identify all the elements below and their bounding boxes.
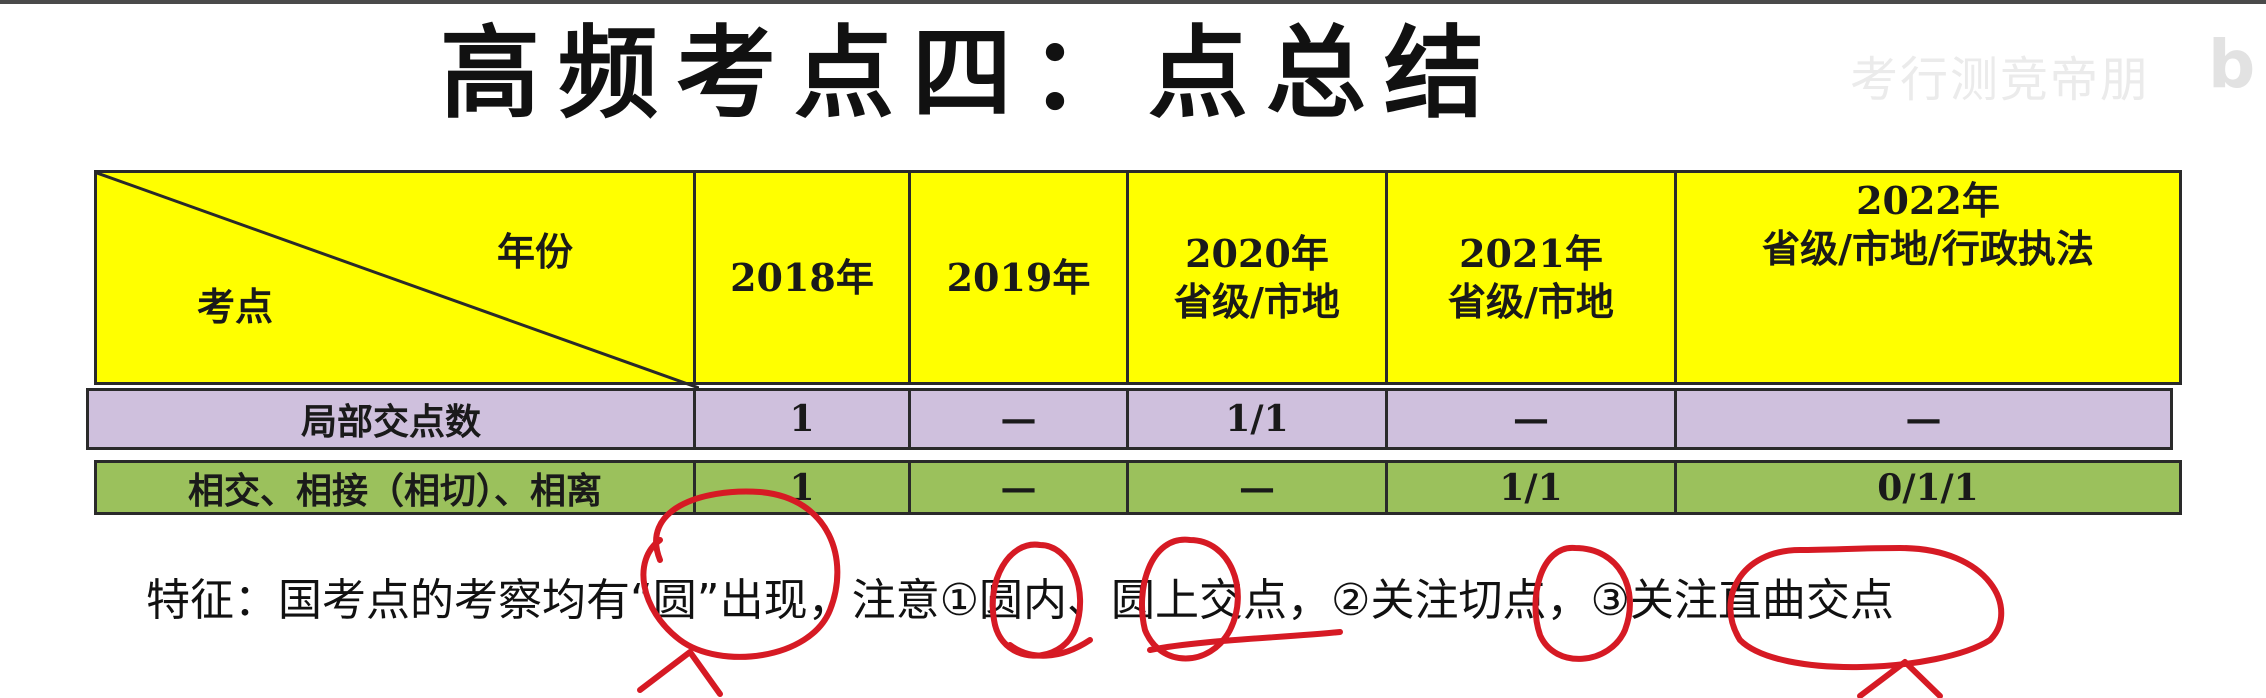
watermark-logo: b <box>2208 26 2256 103</box>
row1-cell-2022: — <box>1674 388 2173 450</box>
header-col-2020-line2: 省级/市地 <box>1174 278 1340 324</box>
corner-year-label: 年份 <box>497 229 574 274</box>
header-col-2022-line1: 2022年 <box>1856 178 2000 223</box>
corner-header-cell: 年份 考点 <box>94 170 699 388</box>
row2-cell-2018: 1 <box>693 460 911 515</box>
header-col-2021: 2021年 省级/市地 <box>1385 170 1677 385</box>
row1-cell-2018: 1 <box>693 388 911 450</box>
header-col-2021-line1: 2021年 <box>1459 231 1603 276</box>
row1-cell-2021: — <box>1385 388 1677 450</box>
header-col-2022: 2022年 省级/市地/行政执法 <box>1674 170 2182 385</box>
row2-cell-2021: 1/1 <box>1385 460 1677 515</box>
row1-label: 局部交点数 <box>86 388 696 450</box>
row2-cell-2020: — <box>1126 460 1388 515</box>
header-col-2021-line2: 省级/市地 <box>1448 278 1614 324</box>
row1-cell-2019: — <box>908 388 1129 450</box>
arrow-yuan-annotation <box>637 649 723 697</box>
diagonal-line <box>97 173 699 388</box>
header-col-2018: 2018年 <box>693 170 911 385</box>
corner-point-label: 考点 <box>197 284 274 329</box>
row2-cell-2022: 0/1/1 <box>1674 460 2182 515</box>
feature-note: 特征：国考点的考察均有“圆”出现，注意①圆内、圆上交点，②关注切点，③关注直曲交… <box>146 575 1894 626</box>
header-col-2019-line1: 2019年 <box>946 254 1091 300</box>
row1-cell-2020: 1/1 <box>1126 388 1388 450</box>
header-col-2020-line1: 2020年 <box>1185 231 1329 276</box>
top-border-line <box>0 0 2266 4</box>
page-title: 高频考点四：点总结 <box>440 14 1502 132</box>
watermark-text: 考行测竞帝朋 <box>1850 52 2151 108</box>
exam-points-table: 年份 考点 2018年 2019年 2020年 省级/市地 2021年 省级/市… <box>86 170 2182 515</box>
underline-one-annotation <box>1007 637 1093 659</box>
arrow-zhiqu-annotation <box>1857 659 1943 698</box>
header-col-2019: 2019年 <box>908 170 1129 385</box>
row2-cell-2019: — <box>908 460 1129 515</box>
header-col-2020: 2020年 省级/市地 <box>1126 170 1388 385</box>
header-col-2022-line2: 省级/市地/行政执法 <box>1762 225 2094 271</box>
header-col-2018-line1: 2018年 <box>730 254 874 300</box>
row2-label: 相交、相接（相切）、相离 <box>94 460 696 515</box>
underline-yuanshang-annotation <box>1147 629 1343 653</box>
